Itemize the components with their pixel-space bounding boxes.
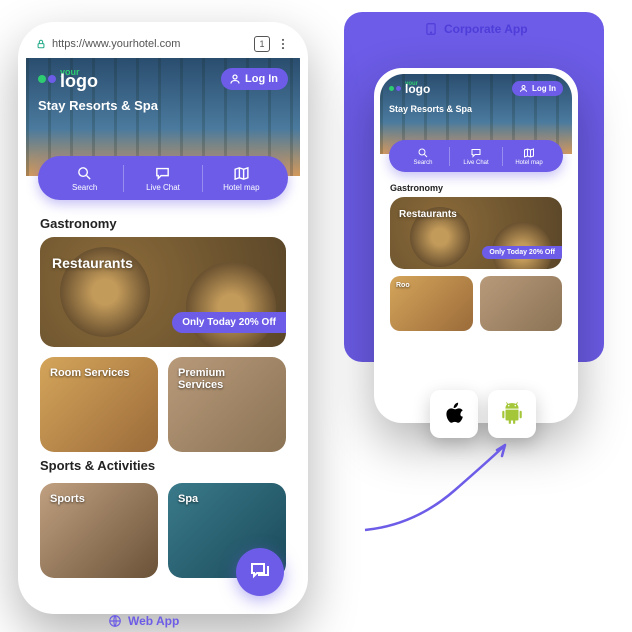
lock-icon	[36, 39, 46, 49]
section-title-gastronomy: Gastronomy	[40, 216, 286, 231]
action-hotel-map[interactable]: Hotel map	[202, 165, 280, 192]
action-search[interactable]: Search	[46, 165, 123, 192]
content-area: Gastronomy Restaurants Only Today 20% Of…	[26, 200, 300, 588]
promo-badge[interactable]: Only Today 20% Off	[482, 246, 562, 259]
tablet-icon	[424, 22, 438, 36]
logo-text: logo	[405, 84, 430, 95]
user-icon	[229, 73, 241, 85]
android-icon	[499, 401, 525, 427]
card-label: Premium Services	[178, 367, 258, 391]
action-label: Live Chat	[146, 183, 180, 192]
card-premium-services[interactable]	[480, 276, 563, 331]
action-label: Live Chat	[463, 160, 488, 166]
card-label: Spa	[178, 493, 198, 505]
brand-logo[interactable]: yourlogo	[38, 68, 98, 89]
card-room-services[interactable]: Roo	[390, 276, 473, 331]
transition-arrow	[355, 430, 525, 540]
card-restaurants[interactable]: Restaurants Only Today 20% Off	[40, 237, 286, 347]
action-search[interactable]: Search	[397, 147, 449, 166]
action-bar: Search Live Chat Hotel map	[38, 156, 288, 200]
web-app-phone: https://www.yourhotel.com 1 yourlogo Log…	[18, 22, 308, 614]
action-label: Hotel map	[515, 160, 542, 166]
brand-logo[interactable]: yourlogo	[389, 82, 430, 95]
chat-bubble-icon	[248, 560, 272, 584]
search-icon	[417, 147, 429, 159]
map-icon	[233, 165, 250, 182]
card-label: Room Services	[50, 367, 129, 379]
action-label: Search	[413, 160, 432, 166]
action-bar: Search Live Chat Hotel map	[389, 140, 563, 172]
globe-icon	[108, 614, 122, 628]
action-live-chat[interactable]: Live Chat	[123, 165, 201, 192]
web-app-label: Web App	[108, 614, 179, 628]
corporate-app-label: Corporate App	[424, 22, 528, 36]
map-icon	[523, 147, 535, 159]
phone-screen: yourlogo Log In Stay Resorts & Spa Searc…	[380, 74, 572, 417]
web-app-text: Web App	[128, 614, 179, 628]
card-sports[interactable]: Sports	[40, 483, 158, 578]
hero-title: Stay Resorts & Spa	[38, 98, 288, 113]
chat-icon	[470, 147, 482, 159]
corporate-app-text: Corporate App	[444, 22, 528, 36]
phone-screen: https://www.yourhotel.com 1 yourlogo Log…	[26, 30, 300, 606]
card-restaurants[interactable]: Restaurants Only Today 20% Off	[390, 197, 562, 269]
search-icon	[76, 165, 93, 182]
action-live-chat[interactable]: Live Chat	[449, 147, 502, 166]
promo-badge[interactable]: Only Today 20% Off	[172, 312, 286, 333]
browser-urlbar[interactable]: https://www.yourhotel.com 1	[26, 30, 300, 58]
user-icon	[519, 84, 528, 93]
tab-count[interactable]: 1	[254, 36, 270, 52]
apple-icon	[440, 400, 468, 428]
chat-fab[interactable]	[236, 548, 284, 596]
action-hotel-map[interactable]: Hotel map	[502, 147, 555, 166]
login-button[interactable]: Log In	[512, 81, 563, 96]
hero-title: Stay Resorts & Spa	[389, 104, 563, 114]
card-room-services[interactable]: Room Services	[40, 357, 158, 452]
chat-icon	[154, 165, 171, 182]
menu-dots-icon[interactable]	[276, 37, 290, 51]
card-label: Restaurants	[52, 255, 133, 271]
login-label: Log In	[532, 84, 556, 93]
corporate-app-phone: yourlogo Log In Stay Resorts & Spa Searc…	[374, 68, 578, 423]
url-text: https://www.yourhotel.com	[52, 38, 248, 50]
login-button[interactable]: Log In	[221, 68, 288, 90]
section-title-gastronomy: Gastronomy	[390, 183, 562, 193]
login-label: Log In	[245, 73, 278, 85]
section-title-sports: Sports & Activities	[40, 458, 286, 473]
card-label: Restaurants	[399, 209, 457, 220]
logo-text: logo	[60, 73, 98, 89]
action-label: Hotel map	[223, 183, 259, 192]
card-label: Roo	[396, 282, 410, 289]
card-label: Sports	[50, 493, 85, 505]
content-area: Gastronomy Restaurants Only Today 20% Of…	[380, 172, 572, 338]
action-label: Search	[72, 183, 97, 192]
card-premium-services[interactable]: Premium Services	[168, 357, 286, 452]
